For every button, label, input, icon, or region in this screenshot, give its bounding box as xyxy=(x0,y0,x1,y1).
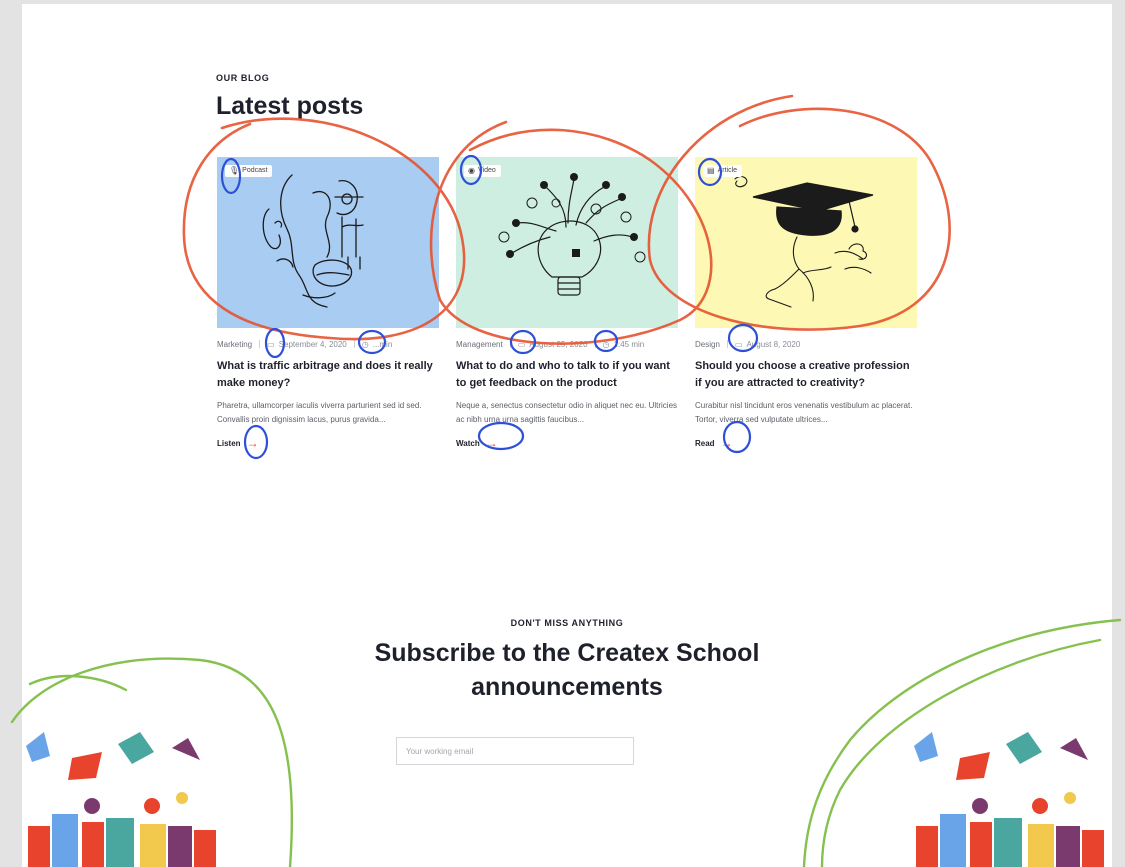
post-excerpt: Curabitur nisl tincidunt eros venenatis … xyxy=(695,401,913,424)
post-title[interactable]: What to do and who to talk to if you wan… xyxy=(456,358,678,392)
blog-heading: Latest posts xyxy=(216,92,364,120)
post-meta: Marketing ▭ September 4, 2020 ◷ ...min xyxy=(217,338,439,350)
tag-label: Article xyxy=(717,167,738,174)
post-title[interactable]: What is traffic arbitrage and does it re… xyxy=(217,358,439,392)
post-meta: Management ▭ August 25, 2020 ◷ 1:45 min xyxy=(456,338,678,350)
post-category[interactable]: Design xyxy=(695,340,720,349)
post-category[interactable]: Management xyxy=(456,340,503,349)
tag-video: ◉ Video xyxy=(464,165,501,177)
page: OUR BLOG Latest posts 🎙 Podcast Marketin… xyxy=(22,4,1112,867)
post-card-podcast[interactable]: 🎙 Podcast Marketing ▭ September 4, 2020 … xyxy=(217,157,439,450)
arrow-right-icon: → xyxy=(720,436,733,450)
post-excerpt: Pharetra, ullamcorper iaculis viverra pa… xyxy=(217,401,422,424)
microphone-icon: 🎙 xyxy=(229,166,240,175)
blog-eyebrow: OUR BLOG xyxy=(216,73,270,83)
listen-label: Listen xyxy=(217,438,241,448)
post-title[interactable]: Should you choose a creative profession … xyxy=(695,358,917,392)
tag-podcast: 🎙 Podcast xyxy=(225,165,273,177)
calendar-icon: ▭ xyxy=(517,339,526,349)
read-label: Read xyxy=(695,438,715,448)
meta-divider xyxy=(726,340,728,348)
meta-divider xyxy=(353,340,355,348)
graduation-celebration-illustration-right xyxy=(914,732,1104,867)
document-icon: ▤ xyxy=(707,166,715,175)
graduation-cap-illustration xyxy=(734,176,874,308)
tag-label: Video xyxy=(477,167,496,174)
lightbulb-illustration xyxy=(498,173,646,296)
calendar-icon: ▭ xyxy=(267,339,275,349)
post-card-article[interactable]: ▤ Article Design ▭ August 8, 2020 Should… xyxy=(695,157,917,450)
meta-divider xyxy=(594,340,596,348)
arrow-right-icon: → xyxy=(485,436,498,450)
listen-link[interactable]: Listen → xyxy=(217,436,439,450)
post-image-article[interactable]: ▤ Article xyxy=(695,157,917,328)
watch-link[interactable]: Watch → xyxy=(456,436,678,450)
post-duration: 1:45 min xyxy=(613,339,645,349)
calendar-icon: ▭ xyxy=(734,339,743,349)
post-card-video[interactable]: ◉ Video Management ▭ August 25, 2020 ◷ 1… xyxy=(456,157,678,450)
clock-icon: ◷ xyxy=(602,339,610,349)
post-duration: ...min xyxy=(372,339,393,349)
subscribe-heading-line1: Subscribe to the Createx School xyxy=(374,639,760,667)
clock-icon: ◷ xyxy=(361,339,369,349)
post-image-podcast[interactable]: 🎙 Podcast xyxy=(217,157,439,328)
post-date: September 4, 2020 xyxy=(278,339,347,349)
watch-label: Watch xyxy=(456,438,480,448)
post-category[interactable]: Marketing xyxy=(217,340,252,349)
post-date: August 8, 2020 xyxy=(746,339,801,349)
play-icon: ◉ xyxy=(468,166,475,175)
arrow-right-icon: → xyxy=(246,436,259,450)
post-image-video[interactable]: ◉ Video xyxy=(456,157,678,328)
post-date: August 25, 2020 xyxy=(529,339,588,349)
meta-divider xyxy=(509,340,511,348)
post-meta: Design ▭ August 8, 2020 xyxy=(695,338,917,350)
subscribe-eyebrow: DON'T MISS ANYTHING xyxy=(510,618,624,628)
subscribe-heading-line2: announcements xyxy=(471,673,663,701)
meta-divider xyxy=(259,340,261,348)
tag-label: Podcast xyxy=(242,167,268,174)
post-excerpt: Neque a, senectus consectetur odio in al… xyxy=(456,401,678,424)
read-link[interactable]: Read → xyxy=(695,436,917,450)
face-illustration xyxy=(262,174,364,308)
graduation-celebration-illustration-left xyxy=(26,732,216,867)
tag-article: ▤ Article xyxy=(703,165,743,177)
email-input[interactable] xyxy=(396,737,634,765)
